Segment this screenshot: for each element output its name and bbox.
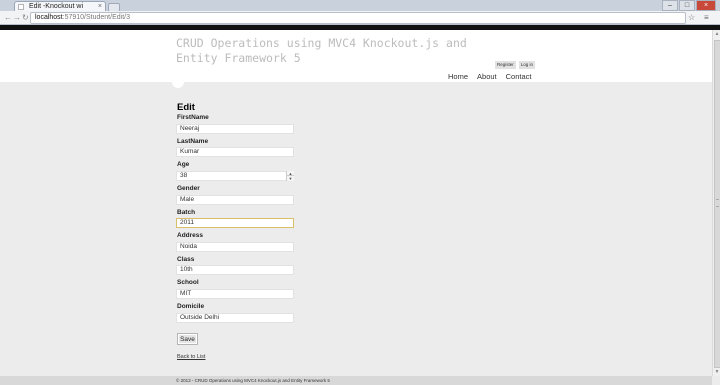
nav-home-link[interactable]: Home <box>448 72 468 82</box>
header-decoration <box>172 76 184 88</box>
age-stepper[interactable]: ▲ ▼ <box>286 171 294 181</box>
nav-about-link[interactable]: About <box>477 72 497 82</box>
school-field[interactable] <box>176 289 294 299</box>
gender-label: Gender <box>177 185 200 192</box>
tab-strip: Edit -Knockout wi × – □ × <box>0 0 720 12</box>
firstname-field[interactable] <box>176 124 294 134</box>
window-controls: – □ × <box>662 0 716 11</box>
page-favicon-icon <box>18 4 24 10</box>
scroll-up-icon[interactable]: ▲ <box>713 30 720 38</box>
scroll-thumb[interactable] <box>714 40 720 368</box>
browser-toolbar: ← → ↻ localhost:57910/Student/Edit/3 ☆ ≡ <box>0 11 720 25</box>
domicile-field[interactable] <box>176 313 294 323</box>
back-to-list-link[interactable]: Back to List <box>177 354 205 361</box>
address-bar[interactable]: localhost:57910/Student/Edit/3 <box>30 12 686 24</box>
class-field[interactable] <box>176 265 294 275</box>
lastname-field[interactable] <box>176 147 294 157</box>
class-label: Class <box>177 256 195 263</box>
browser-menu-icon[interactable]: ≡ <box>704 12 709 23</box>
register-link[interactable]: Register <box>495 61 516 69</box>
domicile-label: Domicile <box>177 303 205 310</box>
batch-field[interactable] <box>176 218 294 228</box>
address-field[interactable] <box>176 242 294 252</box>
footer-copyright: © 2013 - CRUD Operations using MVC4 Knoc… <box>176 378 330 383</box>
gender-field[interactable] <box>176 195 294 205</box>
lastname-label: LastName <box>177 138 209 145</box>
page-title: Edit <box>177 102 195 113</box>
url-path: :57910/Student/Edit/3 <box>62 14 130 21</box>
address-label: Address <box>177 232 204 239</box>
scroll-grip-icon <box>716 199 719 207</box>
minimize-button[interactable]: – <box>662 0 678 11</box>
close-window-button[interactable]: × <box>696 0 716 11</box>
page-scrollbar[interactable]: ▲ ▼ <box>712 30 720 376</box>
batch-label: Batch <box>177 209 196 216</box>
site-footer: © 2013 - CRUD Operations using MVC4 Knoc… <box>0 376 712 385</box>
nav-contact-link[interactable]: Contact <box>506 72 532 82</box>
back-arrow-icon[interactable]: ← <box>4 12 12 23</box>
reload-icon[interactable]: ↻ <box>22 12 29 23</box>
main-nav: Home About Contact <box>448 72 531 82</box>
site-title[interactable]: CRUD Operations using MVC4 Knockout.js a… <box>176 36 496 66</box>
school-label: School <box>177 279 199 286</box>
url-host: localhost <box>35 14 63 21</box>
login-link[interactable]: Log in <box>518 61 536 69</box>
maximize-button[interactable]: □ <box>679 0 695 11</box>
stepper-down-icon[interactable]: ▼ <box>287 176 294 181</box>
forward-arrow-icon[interactable]: → <box>13 12 21 23</box>
age-field[interactable] <box>176 171 294 181</box>
bookmark-star-icon[interactable]: ☆ <box>688 12 695 23</box>
tab-title: Edit -Knockout wi <box>28 3 84 10</box>
browser-chrome: Edit -Knockout wi × – □ × ← → ↻ localhos… <box>0 0 720 25</box>
login-area: Register Log in <box>495 61 536 69</box>
save-button[interactable]: Save <box>177 333 198 345</box>
scroll-down-icon[interactable]: ▼ <box>713 368 720 376</box>
site-header: CRUD Operations using MVC4 Knockout.js a… <box>0 30 712 82</box>
age-label: Age <box>177 161 190 168</box>
firstname-label: FirstName <box>177 114 209 121</box>
